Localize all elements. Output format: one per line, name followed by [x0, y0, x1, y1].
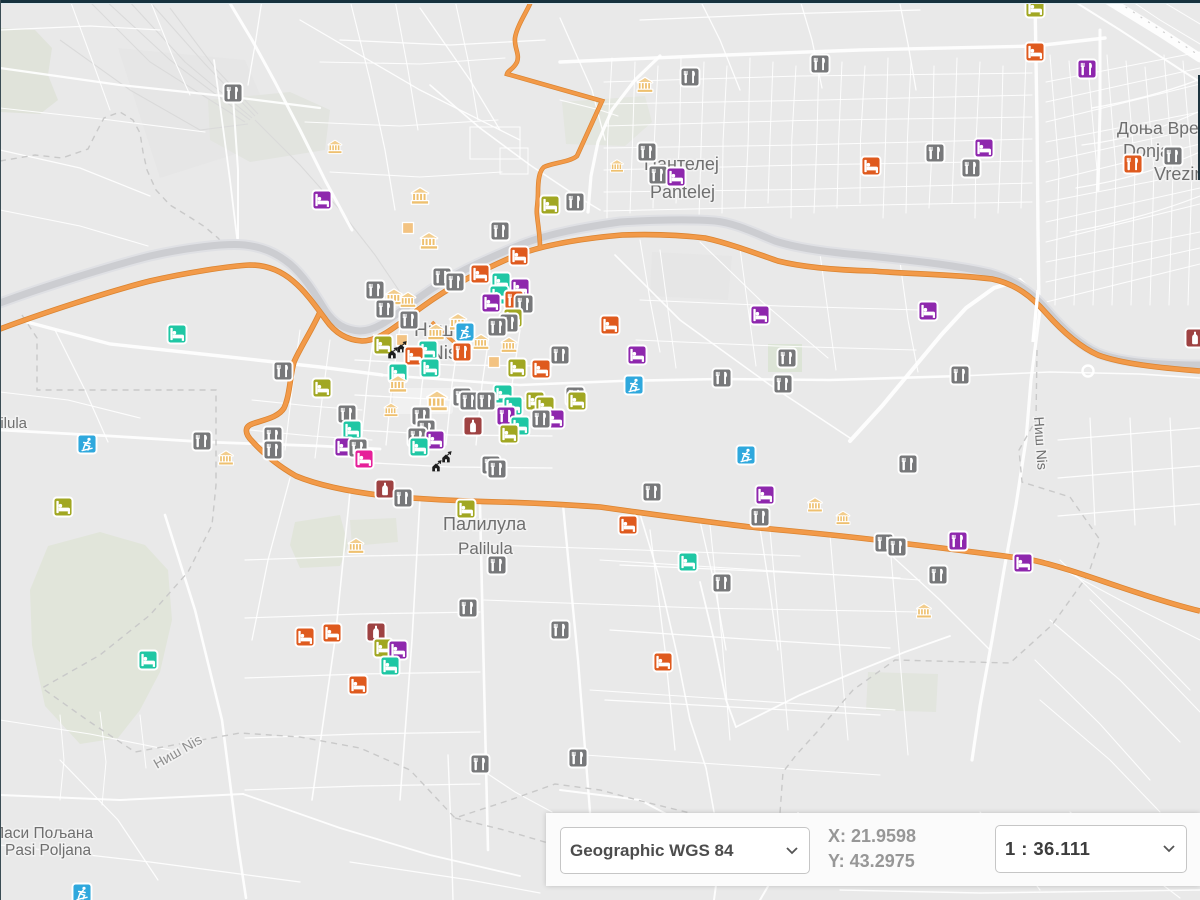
- svg-text:Доња Врежина: Доња Врежина: [1117, 118, 1200, 138]
- svg-text:Pasi Poljana: Pasi Poljana: [5, 842, 92, 859]
- svg-text:Паси Пољана: Паси Пољана: [0, 825, 93, 842]
- svg-text:Vrezina: Vrezina: [1154, 164, 1200, 184]
- svg-text:lilula: lilula: [0, 415, 28, 432]
- svg-text:Палилула: Палилула: [443, 514, 527, 534]
